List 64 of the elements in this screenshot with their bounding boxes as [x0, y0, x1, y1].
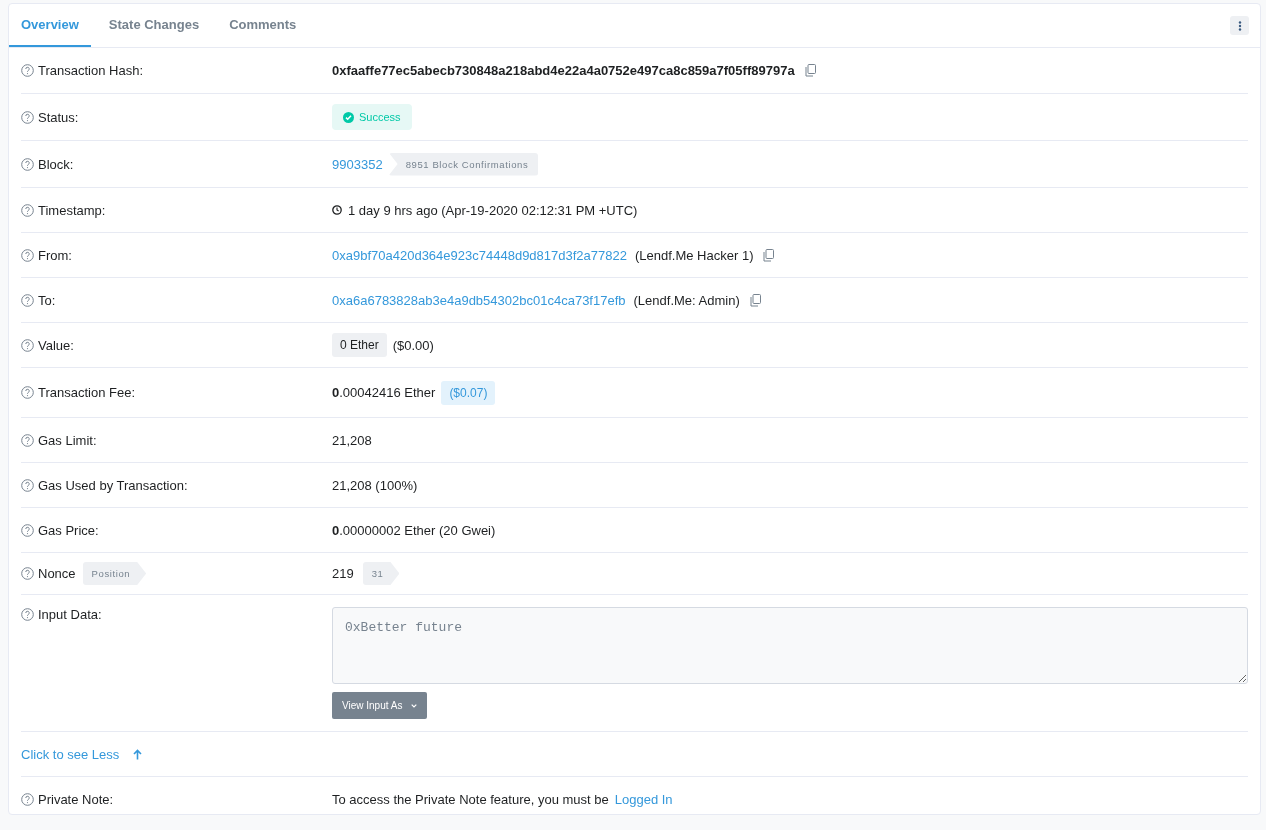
clock-icon [332, 205, 342, 215]
field-value: 0.00000002 Ether (20 Gwei) [332, 522, 496, 538]
tab[interactable]: Comments [217, 4, 309, 47]
transaction-hash: 0xfaaffe77ec5abecb730848a218abd4e22a4a0752e497ca8c859a7f05ff89797a [332, 63, 795, 78]
private-note-text: To access the Private Note feature, you must be [332, 791, 609, 807]
help-icon[interactable] [21, 567, 34, 580]
nonce-value: 219 [332, 566, 354, 581]
help-icon[interactable] [21, 608, 34, 621]
position-tag: Position [82, 562, 147, 585]
help-icon[interactable] [21, 203, 34, 217]
view-input-as-button[interactable]: View Input As [332, 692, 428, 719]
field-label: Gas Used by Transaction: [38, 477, 188, 493]
field-label: Gas Limit: [38, 432, 97, 448]
tab[interactable]: Overview [9, 4, 91, 47]
address-name: (Lendf.Me Hacker 1) [634, 247, 754, 263]
field-value: 21,208 [332, 432, 372, 448]
help-icon[interactable] [21, 157, 34, 171]
status-badge: Success [332, 104, 412, 130]
field-label: From: [38, 247, 72, 263]
vertical-dots-icon [1237, 20, 1242, 31]
field-label: Transaction Fee: [38, 385, 136, 400]
position-tag: 31 [362, 562, 400, 585]
help-icon[interactable] [21, 248, 34, 262]
help-icon[interactable] [21, 64, 34, 77]
field-value: 21,208 (100%) [332, 477, 418, 493]
help-icon[interactable] [21, 110, 34, 124]
address-link[interactable]: 0xa9bf70a420d364e923c74448d9d817d3f2a77822 [332, 247, 627, 263]
field-label: To: [38, 292, 56, 308]
more-options-button[interactable] [1230, 16, 1249, 35]
check-circle-icon [343, 111, 354, 123]
field-label: Status: [38, 109, 79, 125]
field-label: Gas Price: [38, 522, 99, 538]
usd-value: ($0.07) [441, 380, 496, 405]
help-icon[interactable] [21, 523, 34, 537]
field-label: Private Note: [38, 791, 114, 807]
timestamp-text: 1 day 9 hrs ago (Apr-19-2020 02:12:31 PM +UTC) [348, 202, 638, 218]
ether-amount: 0 Ether [332, 333, 387, 357]
address-link[interactable]: 0xa6a6783828ab3e4a9db54302bc01c4ca73f17efb [332, 292, 626, 308]
address-name: (Lendf.Me: Admin) [633, 292, 740, 308]
see-less-link[interactable]: Click to see Less [21, 746, 120, 762]
field-label: Input Data: [38, 607, 102, 622]
input-data-field[interactable]: 0xBetter future [332, 607, 1248, 684]
field-label: Value: [38, 337, 74, 353]
help-icon[interactable] [21, 293, 34, 307]
copy-icon[interactable] [749, 293, 761, 307]
help-icon[interactable] [21, 792, 34, 806]
usd-value: ($0.00) [392, 337, 434, 353]
field-label: Transaction Hash: [38, 63, 143, 78]
block-link[interactable]: 9903352 [332, 156, 383, 172]
confirmations-tag: 8951 Block Confirmations [388, 152, 539, 176]
help-icon[interactable] [21, 386, 34, 399]
login-link[interactable]: Logged In [614, 791, 673, 807]
field-label: Nonce [38, 566, 76, 581]
help-icon[interactable] [21, 338, 34, 352]
fee-amount: 0.00042416 Ether [332, 385, 436, 400]
field-label: Timestamp: [38, 202, 106, 218]
tab[interactable]: State Changes [96, 4, 212, 47]
help-icon[interactable] [21, 478, 34, 492]
arrow-up-icon [133, 748, 143, 760]
copy-icon[interactable] [763, 248, 775, 262]
copy-icon[interactable] [804, 64, 816, 77]
help-icon[interactable] [21, 433, 34, 447]
caret-icon [411, 703, 418, 708]
field-label: Block: [38, 156, 74, 172]
